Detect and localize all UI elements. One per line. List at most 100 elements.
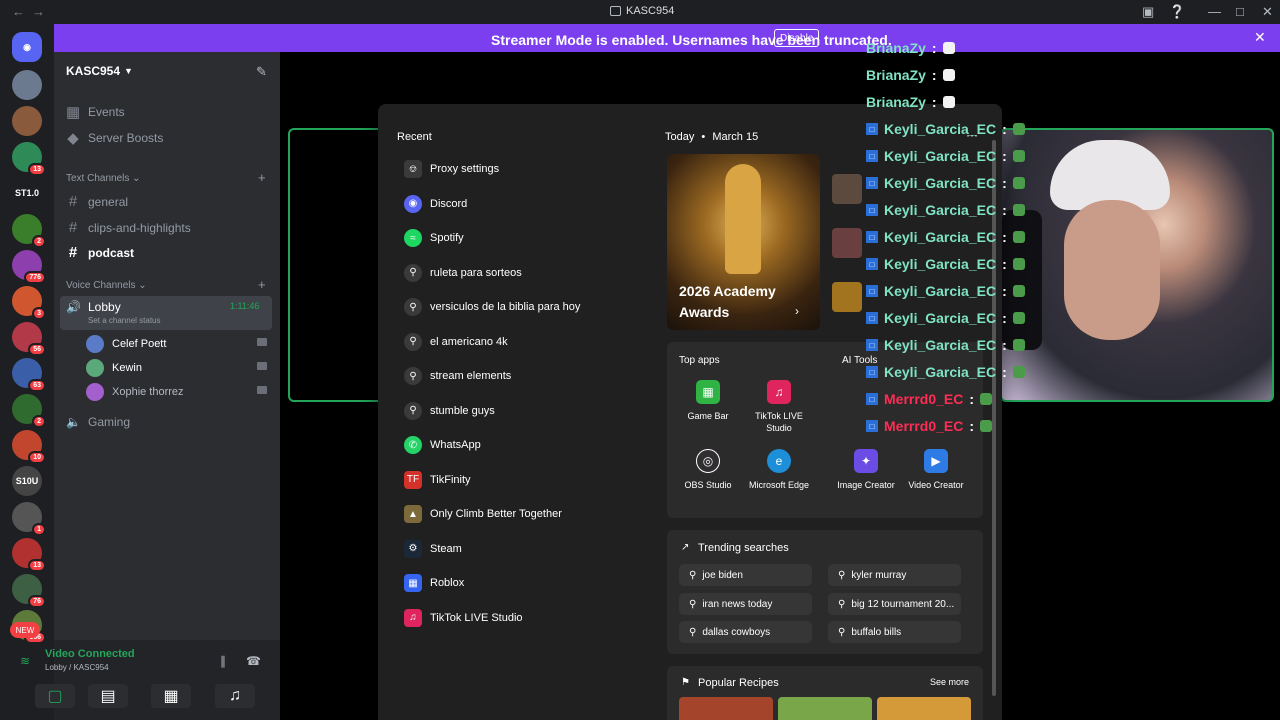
server-icon[interactable]: 2 (12, 214, 46, 248)
news-hero-card[interactable]: 2026 Academy Awards › (667, 154, 820, 330)
recent-item[interactable]: ▦ Roblox (404, 574, 464, 592)
app-microsoft-edge[interactable]: e Microsoft Edge (744, 449, 814, 491)
voice-channels-category[interactable]: Voice Channels ⌄ (66, 280, 147, 291)
chat-message: BrianaZy: (866, 94, 955, 110)
trending-search-item[interactable]: ⚲ buffalo bills (828, 621, 961, 643)
recent-item[interactable]: ◉ Discord (404, 194, 467, 213)
voice-location[interactable]: Lobby / KASC954 (45, 663, 109, 672)
chat-separator: : (1002, 256, 1007, 272)
trending-search-item[interactable]: ⚲ dallas cowboys (679, 621, 812, 643)
server-icon[interactable]: 56 (12, 322, 46, 356)
disable-button[interactable]: Disable (774, 29, 820, 47)
server-icon[interactable]: 776 (12, 250, 46, 284)
camera-button[interactable]: ▢ (35, 684, 75, 708)
recipe-thumbnail[interactable] (877, 697, 971, 720)
twitch-badge-icon: □ (866, 366, 878, 378)
close-window-icon[interactable]: ✕ (1262, 4, 1273, 20)
channel-gaming[interactable]: 🔈 Gaming (66, 415, 130, 429)
server-header[interactable]: KASC954 ▼ (66, 64, 133, 78)
recent-item[interactable]: ⚲ stream elements (404, 367, 511, 385)
recent-item-label: Only Climb Better Together (430, 508, 562, 520)
channel-clips-and-highlights[interactable]: # clips-and-highlights (66, 219, 191, 236)
server-icon[interactable]: 13 (12, 538, 46, 572)
events-item[interactable]: ▦ Events (66, 103, 125, 121)
chat-message: BrianaZy: (866, 40, 955, 56)
chevron-right-icon[interactable]: › (795, 304, 799, 318)
signal-icon[interactable]: ≋ (20, 654, 30, 668)
emote-icon (942, 96, 955, 108)
activities-button[interactable]: ▦ (151, 684, 191, 708)
channel-general[interactable]: # general (66, 193, 128, 210)
add-text-channel-icon[interactable]: + (258, 170, 266, 185)
soundboard-button[interactable]: ♫ (215, 684, 255, 708)
noise-suppression-icon[interactable]: ∥ (220, 654, 226, 668)
server-icon[interactable]: 2 (12, 394, 46, 428)
server-icon[interactable]: S10U (12, 466, 42, 496)
video-tile[interactable] (288, 128, 388, 402)
text-channels-category[interactable]: Text Channels ⌄ (66, 173, 141, 184)
help-icon[interactable]: ❔ (1169, 4, 1185, 20)
recent-item[interactable]: ▲ Only Climb Better Together (404, 505, 562, 523)
recent-item[interactable]: TF TikFinity (404, 470, 471, 489)
server-icon[interactable]: 1 (12, 502, 46, 536)
disconnect-icon[interactable]: ☎ (246, 654, 261, 668)
chat-message: □ Keyli_Garcia_EC: (866, 310, 1025, 326)
back-arrow-icon[interactable]: ← (12, 4, 25, 19)
server-icon[interactable] (12, 70, 42, 100)
server-icon[interactable]: 63 (12, 358, 46, 392)
trending-search-item[interactable]: ⚲ iran news today (679, 593, 812, 615)
app-tiktok-live-studio[interactable]: ♫ TikTok LIVE Studio (744, 380, 814, 434)
app-obs-studio[interactable]: ◎ OBS Studio (673, 449, 743, 491)
screen-share-button[interactable]: ▤ (88, 684, 128, 708)
recent-item[interactable]: ✆ WhatsApp (404, 436, 481, 454)
recent-item[interactable]: ⎊ Proxy settings (404, 160, 499, 178)
add-voice-channel-icon[interactable]: + (258, 277, 266, 292)
invite-people-icon[interactable]: ✎ (256, 64, 267, 80)
minimize-icon[interactable]: — (1208, 4, 1221, 19)
recipe-thumbnail[interactable] (778, 697, 872, 720)
recent-item-label: stream elements (430, 370, 512, 382)
chat-username: BrianaZy (866, 67, 926, 83)
recipe-thumbnail[interactable] (679, 697, 773, 720)
server-icon[interactable] (12, 106, 42, 136)
inbox-icon[interactable]: ▣ (1142, 4, 1154, 20)
close-icon[interactable]: ✕ (1254, 29, 1266, 46)
recent-item[interactable]: ⚲ ruleta para sorteos (404, 263, 522, 282)
recent-item[interactable]: ⚲ stumble guys (404, 401, 495, 420)
recent-item[interactable]: ≈ Spotify (404, 229, 464, 247)
recent-item[interactable]: ⚙ Steam (404, 539, 462, 558)
server-icon[interactable]: ST1.0 (12, 178, 42, 208)
server-icon[interactable]: 76 (12, 574, 46, 608)
discord-home-icon[interactable]: ◉ (12, 32, 42, 62)
news-thumbnail[interactable] (832, 174, 862, 204)
server-icon[interactable]: 10 (12, 430, 46, 464)
server-boosts-item[interactable]: ◆ Server Boosts (66, 129, 163, 147)
voice-user[interactable]: Celef Poett (86, 335, 166, 353)
news-thumbnail[interactable] (832, 228, 862, 258)
recent-item[interactable]: ⚲ versiculos de la biblia para hoy (404, 298, 580, 316)
webcam-video-tile[interactable] (1000, 128, 1274, 402)
forward-arrow-icon[interactable]: → (32, 4, 45, 19)
server-icon[interactable]: 13 (12, 142, 46, 176)
app-game-bar[interactable]: ▦ Game Bar (673, 380, 743, 422)
channel-podcast[interactable]: # podcast (66, 244, 134, 261)
trending-search-item[interactable]: ⚲ kyler murray (828, 564, 961, 586)
maximize-icon[interactable]: □ (1236, 4, 1244, 19)
chat-message: □ Keyli_Garcia_EC: (866, 283, 1025, 299)
trending-search-item[interactable]: ⚲ joe biden (679, 564, 812, 586)
channel-lobby[interactable]: 🔊 Lobby 1:11:46 Set a channel status (60, 296, 272, 330)
see-more-link[interactable]: See more (930, 677, 969, 687)
voice-user[interactable]: Kewin (86, 359, 142, 377)
set-channel-status[interactable]: Set a channel status (88, 316, 161, 325)
recent-item[interactable]: ⚲ el americano 4k (404, 332, 508, 351)
whatsapp-icon: ✆ (404, 436, 422, 454)
window-title: KASC954 (610, 5, 674, 17)
recent-item[interactable]: ♫ TikTok LIVE Studio (404, 608, 523, 627)
emote-icon (1012, 204, 1025, 216)
trending-search-item[interactable]: ⚲ big 12 tournament 20... (828, 593, 961, 615)
text-category-label: Text Channels (66, 173, 130, 184)
chat-message: □ Keyli_Garcia_EC: (866, 202, 1025, 218)
server-icon[interactable]: 3 (12, 286, 46, 320)
voice-user[interactable]: Xophie thorrez (86, 383, 184, 401)
news-thumbnail[interactable] (832, 282, 862, 312)
